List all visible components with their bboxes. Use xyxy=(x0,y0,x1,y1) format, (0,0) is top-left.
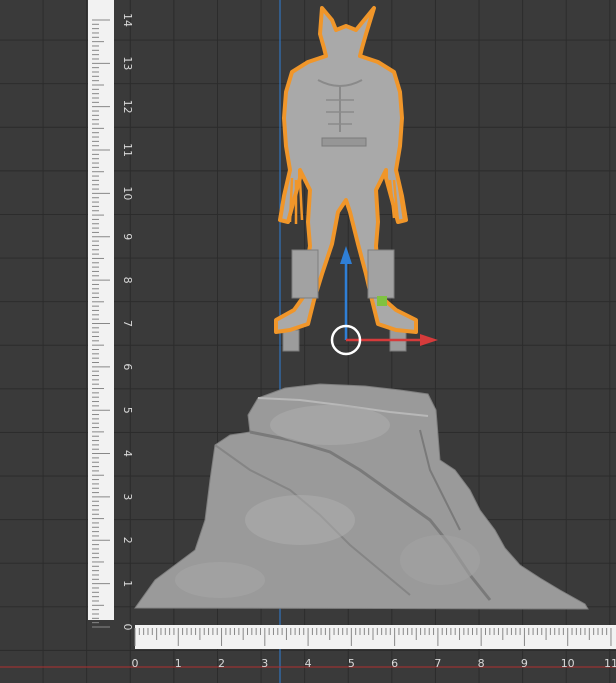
ruler-label: 8 xyxy=(478,657,485,670)
gizmo-plane-handle[interactable] xyxy=(377,296,387,306)
ruler-label: 6 xyxy=(391,657,398,670)
ruler-label: 3 xyxy=(261,657,268,670)
rock-base-model[interactable] xyxy=(134,383,589,610)
ruler-label: 1 xyxy=(121,580,134,587)
ruler-label: 7 xyxy=(121,320,134,327)
vertical-ruler: 01234567891011121314 xyxy=(88,0,134,631)
ruler-label: 4 xyxy=(305,657,312,670)
ruler-label: 9 xyxy=(521,657,528,670)
ruler-label: 4 xyxy=(121,450,134,457)
ruler-label: 10 xyxy=(561,657,575,670)
ruler-label: 12 xyxy=(121,100,134,114)
ruler-label: 13 xyxy=(121,56,134,70)
ruler-label: 14 xyxy=(121,13,134,27)
gizmo-y-arrow-head[interactable] xyxy=(340,246,352,264)
ruler-label: 11 xyxy=(121,143,134,157)
ruler-label: 5 xyxy=(348,657,355,670)
ruler-label: 11 xyxy=(604,657,616,670)
ruler-label: 1 xyxy=(175,657,182,670)
gizmo-x-arrow-head[interactable] xyxy=(420,334,438,346)
ruler-label: 2 xyxy=(121,537,134,544)
ruler-label: 8 xyxy=(121,277,134,284)
left-foot-peg xyxy=(282,329,300,352)
ruler-label: 3 xyxy=(121,493,134,500)
ruler-label: 0 xyxy=(121,624,134,631)
ruler-label: 7 xyxy=(434,657,441,670)
ruler-label: 2 xyxy=(218,657,225,670)
ruler-label: 6 xyxy=(121,363,134,370)
ruler-label: 0 xyxy=(132,657,139,670)
ruler-label: 10 xyxy=(121,186,134,200)
ruler-label: 5 xyxy=(121,407,134,414)
ruler-label: 9 xyxy=(121,233,134,240)
3d-viewport[interactable]: 0 1 2 3 4 5 6 7 8 9 10 11 12 13 14 0 1 2 3 4 5 6 7 8 9 10 11 xyxy=(0,0,616,683)
horizontal-ruler: 0 1 2 3 4 5 6 7 8 9 10 11 xyxy=(132,625,616,670)
